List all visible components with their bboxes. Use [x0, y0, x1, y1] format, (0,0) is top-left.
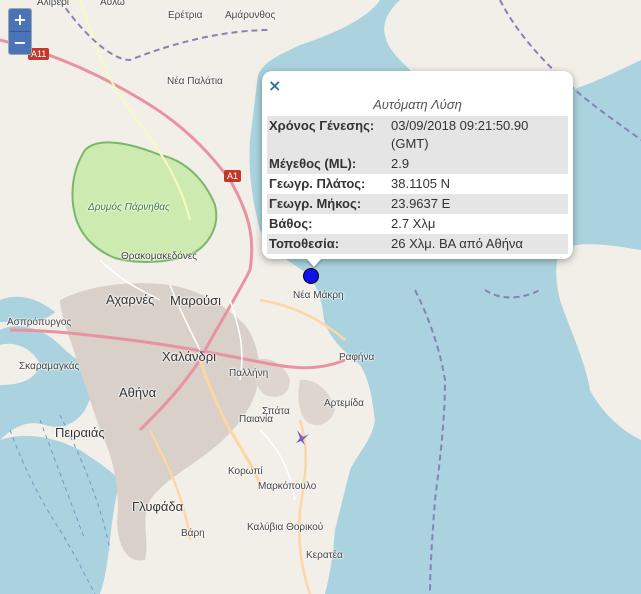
zoom-out-button[interactable]: − — [9, 31, 31, 54]
place-artemida: Αρτεμίδα — [324, 398, 364, 409]
place-athina: Αθήνα — [119, 385, 157, 400]
magnitude-value: 2.9 — [391, 156, 410, 171]
place-skaramagkas: Σκαραμαγκάς — [19, 361, 80, 372]
place-peiraias: Πειραιάς — [55, 425, 105, 440]
longitude-label: Γεωγρ. Μήκος: — [269, 196, 362, 211]
depth-value: 2.7 Χλμ — [391, 216, 436, 231]
place-vari: Βάρη — [181, 528, 205, 539]
earthquake-marker[interactable] — [303, 268, 319, 284]
place-nea-palatia: Νέα Παλάτια — [167, 76, 223, 87]
popup-title: Αυτόματη Λύση — [373, 97, 462, 112]
place-keratea: Κερατέα — [306, 550, 343, 561]
place-parnitha-park: Δρυμός Πάρνηθας — [88, 202, 170, 213]
event-popup: × Αυτόματη Λύση Χρόνος Γένεσης: 03/09/20… — [262, 71, 573, 259]
table-row: Χρόνος Γένεσης: 03/09/2018 09:21:50.90 (… — [267, 116, 568, 154]
place-kalyvia: Καλύβια Θορικού — [247, 522, 324, 533]
place-spata: Σπάτα — [262, 406, 290, 417]
road-shield-a1: A1 — [224, 170, 242, 182]
table-row: Γεωγρ. Πλάτος: 38.1105 N — [267, 174, 568, 194]
place-aliveri: Αλιβερι — [37, 0, 70, 8]
location-label: Τοποθεσία: — [269, 236, 340, 251]
table-row: Γεωγρ. Μήκος: 23.9637 E — [267, 194, 568, 214]
table-row: Τοποθεσία: 26 Χλμ. ΒΑ από Αθήνα — [267, 234, 568, 254]
latitude-value: 38.1105 N — [391, 176, 451, 191]
place-eretria: Ερέτρια — [168, 10, 203, 21]
place-nea-makri: Νέα Μάκρη — [293, 290, 344, 301]
admin-boundary-sea-2 — [484, 289, 541, 299]
evia-southeast — [556, 244, 641, 440]
zoom-in-button[interactable]: + — [9, 9, 31, 31]
place-marousi: Μαρούσι — [170, 293, 221, 308]
origin-time-label: Χρόνος Γένεσης: — [269, 118, 375, 133]
magnitude-label: Μέγεθος (ML): — [269, 156, 357, 171]
admin-boundary-sea — [414, 289, 447, 594]
place-amarynthos: Αμάρυνθος — [225, 10, 276, 21]
latitude-label: Γεωγρ. Πλάτος: — [269, 176, 366, 191]
place-acharnes: Αχαρνές — [106, 292, 155, 307]
zoom-control: + − — [8, 8, 32, 55]
popup-tip — [306, 258, 322, 267]
depth-label: Βάθος: — [269, 216, 313, 231]
place-markopoulo: Μαρκόπουλο — [258, 481, 317, 492]
close-icon[interactable]: × — [268, 76, 281, 95]
place-avlo: Αυλώ — [100, 0, 125, 8]
table-row: Βάθος: 2.7 Χλμ — [267, 214, 568, 234]
place-chalandri: Χαλάνδρι — [162, 349, 217, 364]
table-row: Μέγεθος (ML): 2.9 — [267, 154, 568, 174]
place-aspropyrgos: Ασπρόπυργος — [7, 317, 72, 328]
place-glyfada: Γλυφάδα — [132, 499, 184, 514]
place-rafina: Ραφήνα — [339, 352, 375, 363]
location-value: 26 Χλμ. ΒΑ από Αθήνα — [391, 236, 523, 251]
longitude-value: 23.9637 E — [391, 196, 451, 211]
place-pallini: Παλλήνη — [229, 368, 269, 379]
event-details-table: Χρόνος Γένεσης: 03/09/2018 09:21:50.90 (… — [267, 116, 568, 254]
place-koropi: Κορωπί — [228, 466, 263, 477]
place-thrakomakedones: Θρακομακεδόνες — [121, 251, 198, 262]
origin-time-value: 03/09/2018 09:21:50.90 (GMT) — [391, 118, 529, 151]
